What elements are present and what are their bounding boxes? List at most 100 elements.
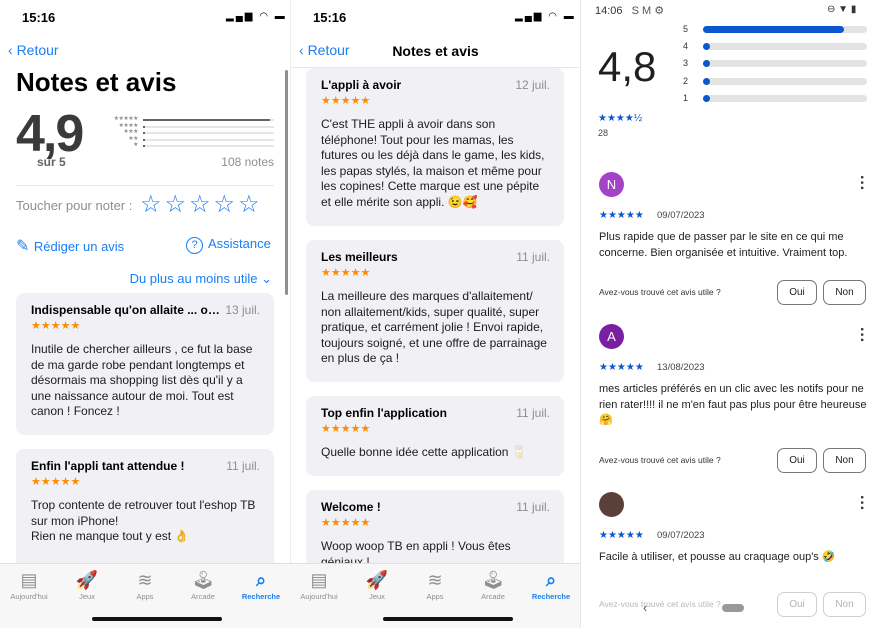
review-date: 09/07/2023 <box>657 530 705 541</box>
review-body: C'est THE appli à avoir dans son télépho… <box>321 117 545 209</box>
tab-apps[interactable]: ≋ Apps <box>406 568 464 601</box>
home-pill[interactable] <box>722 604 744 612</box>
joystick-icon: 🕹 <box>191 570 215 590</box>
helpful-question: Avez-vous trouvé cet avis utile ? <box>599 287 721 297</box>
home-indicator <box>92 617 222 621</box>
review-stars: ★★★★★ <box>321 517 371 529</box>
review-card[interactable]: Top enfin l'application 11 juil. ★★★★★ Quel… <box>306 396 564 476</box>
helpful-yes-button[interactable]: Oui <box>777 448 817 473</box>
review-body: Trop contente de retrouver tout l'eshop … <box>31 498 256 543</box>
review-stars: ★★★★★ <box>31 320 81 332</box>
search-icon: ⌕ <box>255 570 267 590</box>
tab-jeux[interactable]: 🚀 Jeux <box>58 568 116 601</box>
review-card[interactable]: Enfin l'appli tant attendue ! 11 juil. ★… <box>16 449 274 579</box>
review-body: Facile à utiliser, et pousse au craquage… <box>599 551 836 563</box>
distribution-bar <box>703 94 867 102</box>
review-title: L'appli à avoir <box>321 78 402 92</box>
tab-label: Recherche <box>531 592 571 601</box>
helpful-question: Avez-vous trouvé cet avis utile ? <box>599 455 721 465</box>
helpful-yes-button[interactable]: Oui <box>777 592 817 617</box>
today-icon: ▤ <box>310 570 328 590</box>
rating-value: 4,8 <box>598 43 657 90</box>
review-stars: ★★★★★ <box>599 210 644 221</box>
layers-icon: ≋ <box>427 570 443 590</box>
compose-icon: ✎ <box>16 238 34 255</box>
distribution-fill <box>703 77 710 85</box>
notification-icons: S M ⚙ <box>631 5 665 17</box>
rating-stars: ★★★★½ <box>598 113 643 124</box>
review-title: Indispensable qu'on allaite ... ou... <box>31 303 221 317</box>
ratings-count: 28 <box>598 128 609 138</box>
rate-stars[interactable]: ☆☆☆☆☆ <box>140 190 263 219</box>
tab-label: Aujourd'hui <box>300 592 338 601</box>
android-reviews-screen: 14:06 S M ⚙ ⊖ ▼ ▮ 4,8 ★★★★½ 28 ‹ 5 4 3 2 1 N ·… <box>580 0 885 628</box>
helpful-yes-button[interactable]: Oui <box>777 280 817 305</box>
review-date: 11 juil. <box>516 500 550 514</box>
today-icon: ▤ <box>20 570 38 590</box>
star-count-label: ★ <box>133 142 138 148</box>
rocket-icon: 🚀 <box>75 570 99 590</box>
support-button[interactable]: ? Assistance <box>186 236 271 254</box>
more-options-icon[interactable]: ··· <box>852 495 870 511</box>
helpful-no-button[interactable]: Non <box>823 448 866 473</box>
more-options-icon[interactable]: ··· <box>852 327 870 343</box>
tab-label: Arcade <box>481 592 505 601</box>
tab-recherche[interactable]: ⌕ Recherche <box>522 568 580 601</box>
distribution-bar <box>143 125 274 128</box>
distribution-bar <box>703 43 867 51</box>
write-review-button[interactable]: ✎ Rédiger un avis <box>16 236 124 256</box>
tab-arcade[interactable]: 🕹 Arcade <box>464 568 522 601</box>
distribution-fill <box>703 26 845 33</box>
distribution-fill <box>703 43 710 51</box>
distribution-fill <box>703 60 710 68</box>
review-title: Top enfin l'application <box>321 406 447 420</box>
avatar <box>599 492 624 517</box>
helpful-no-button[interactable]: Non <box>823 592 866 617</box>
rating-distribution: ★★★★★ ★★★★ ★★★ ★★ ★ <box>100 116 274 150</box>
review-date: 11 juil. <box>226 459 260 473</box>
scrollbar[interactable] <box>285 70 288 295</box>
review-title: Les meilleurs <box>321 250 398 264</box>
tab-apps[interactable]: ≋ Apps <box>116 568 174 601</box>
review-stars: ★★★★★ <box>599 530 644 541</box>
review-card[interactable]: Les meilleurs 11 juil. ★★★★★ La meilleure d… <box>306 240 564 382</box>
nav-title: Notes et avis <box>392 43 479 59</box>
distribution-fill <box>143 145 145 147</box>
helpful-no-button[interactable]: Non <box>823 280 866 305</box>
chevron-left-icon: ‹ <box>8 42 17 58</box>
distribution-bar <box>143 119 274 121</box>
chevron-down-icon: ⌄ <box>257 271 272 286</box>
tab-label: Arcade <box>191 592 215 601</box>
ios-reviews-list-screen: 15:16 ▂▄▆ ◠ ▬ ‹ Retour Notes et avis L'a… <box>290 0 579 628</box>
tab-jeux[interactable]: 🚀 Jeux <box>348 568 406 601</box>
distribution-label: 3 <box>683 58 689 69</box>
tab-label: Recherche <box>241 592 281 601</box>
review-stars: ★★★★★ <box>321 95 371 107</box>
tab-aujourdhui[interactable]: ▤ Aujourd'hui <box>0 568 58 601</box>
distribution-bar <box>143 132 274 134</box>
review-date: 11 juil. <box>516 250 550 264</box>
review-card[interactable]: Indispensable qu'on allaite ... ou... 13… <box>16 293 274 435</box>
review-title: Welcome ! <box>321 500 381 514</box>
home-indicator <box>383 617 513 621</box>
distribution-fill <box>143 138 145 141</box>
distribution-bar <box>703 60 867 68</box>
sort-dropdown[interactable]: Du plus au moins utile ⌄ <box>130 271 272 287</box>
review-body: Quelle bonne idée cette application 🥛 <box>321 445 527 459</box>
distribution-fill <box>703 94 710 102</box>
distribution-fill <box>143 119 271 121</box>
status-time: 14:06 S M ⚙ <box>595 5 665 17</box>
more-options-icon[interactable]: ··· <box>852 175 870 191</box>
review-card[interactable]: L'appli à avoir 12 juil. ★★★★★ C'est THE ap… <box>306 68 564 226</box>
tab-aujourdhui[interactable]: ▤ Aujourd'hui <box>290 568 348 601</box>
back-button[interactable]: ‹ Retour <box>8 42 59 58</box>
review-stars: ★★★★★ <box>321 423 371 435</box>
distribution-bar <box>703 77 867 85</box>
tab-label: Aujourd'hui <box>10 592 48 601</box>
tab-arcade[interactable]: 🕹 Arcade <box>174 568 232 601</box>
rocket-icon: 🚀 <box>365 570 389 590</box>
review-date: 09/07/2023 <box>657 210 705 221</box>
tab-recherche[interactable]: ⌕ Recherche <box>232 568 290 601</box>
ratings-count: 108 notes <box>221 155 274 169</box>
divider <box>16 185 274 186</box>
